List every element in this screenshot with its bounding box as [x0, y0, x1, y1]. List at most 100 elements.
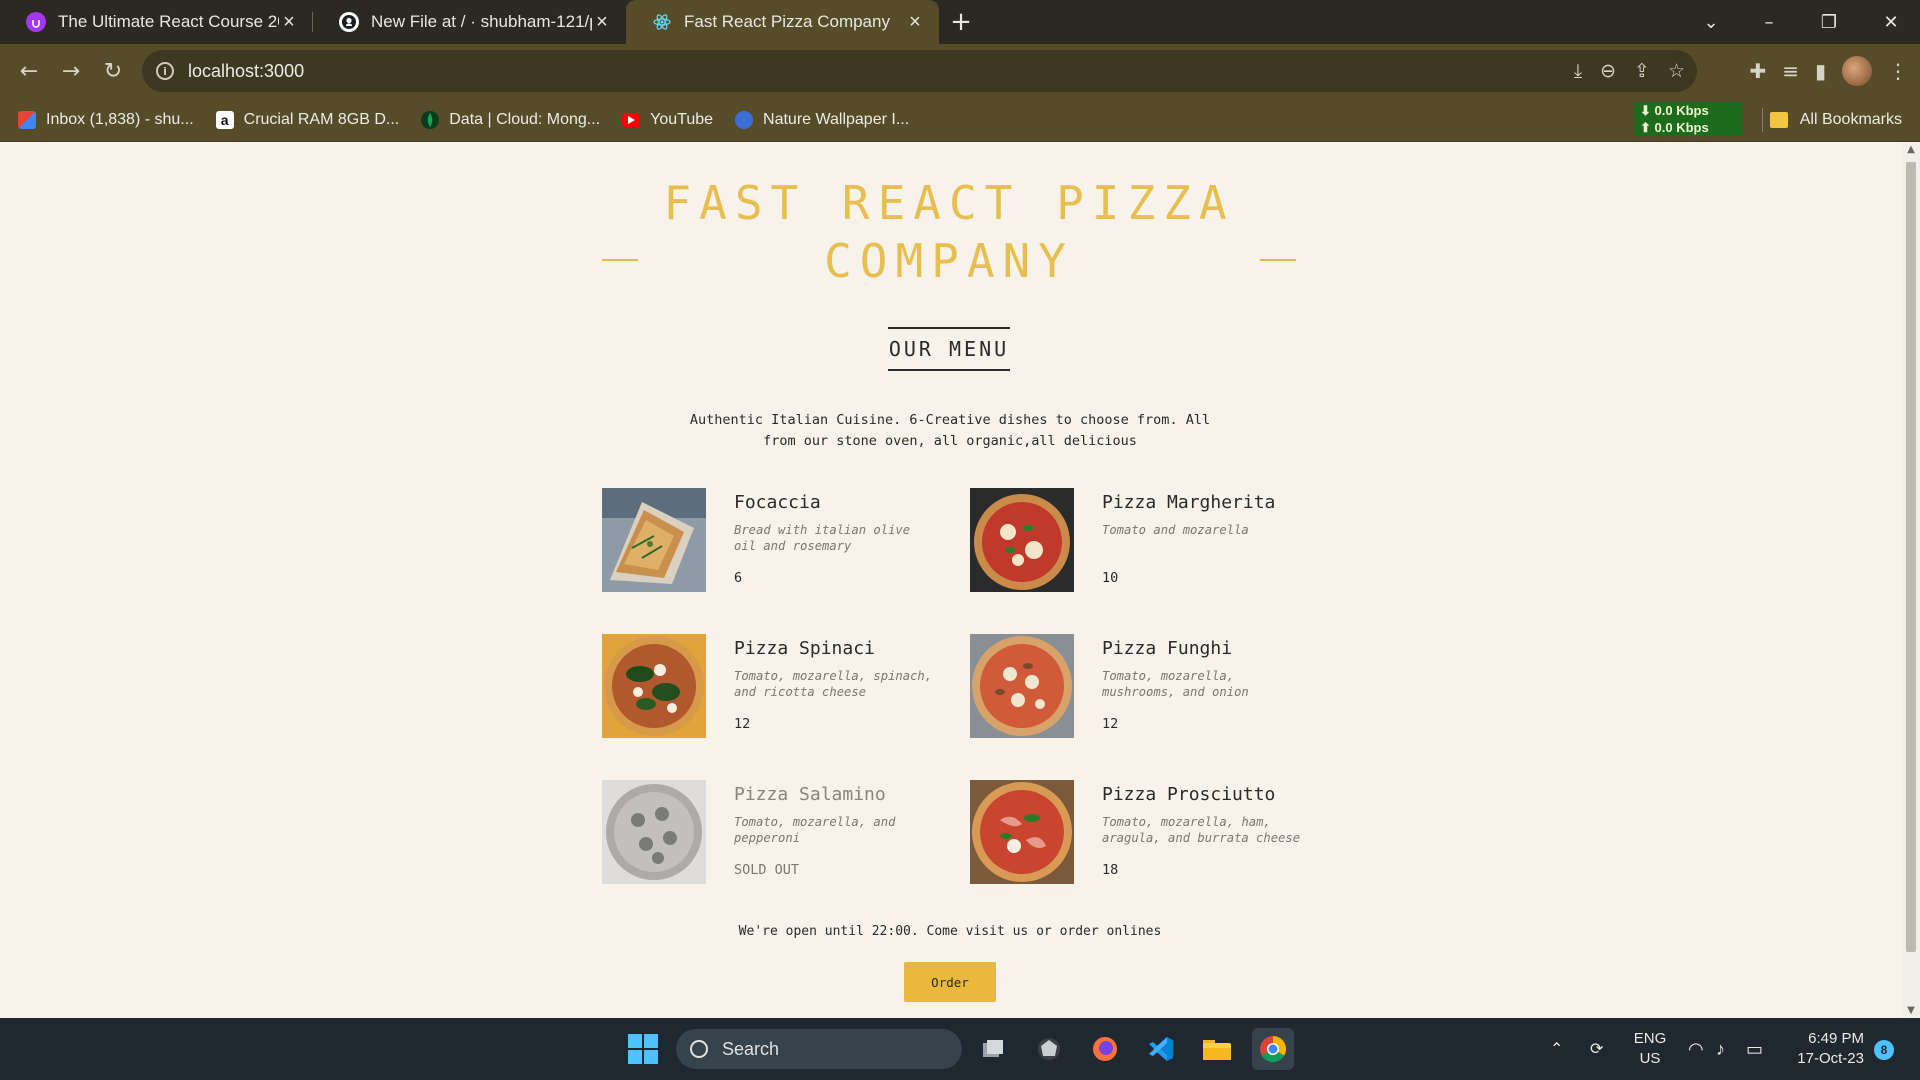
scroll-thumb[interactable] — [1906, 162, 1916, 952]
vscode-icon[interactable] — [1140, 1028, 1182, 1070]
app-icon[interactable] — [1028, 1028, 1070, 1070]
pizza-name: Pizza Salamino — [734, 784, 886, 805]
pizza-image — [970, 488, 1074, 592]
zoom-icon[interactable]: ⊖ — [1600, 60, 1616, 82]
menu-item-focaccia: Focaccia Bread with italian olive oil an… — [602, 488, 942, 594]
pizza-image — [602, 488, 706, 592]
tray-overflow-icon[interactable]: ⌃ — [1550, 1018, 1563, 1080]
tab-title: The Ultimate React Course 2023: — [58, 12, 279, 31]
task-view-icon[interactable] — [972, 1028, 1014, 1070]
tab-search-icon[interactable]: ⌄ — [1688, 0, 1734, 44]
opening-hours-text: We're open until 22:00. Come visit us or… — [738, 924, 1162, 939]
scroll-up-icon[interactable]: ▲ — [1906, 144, 1916, 155]
tab-udemy[interactable]: The Ultimate React Course 2023: × — [0, 0, 313, 44]
pizza-price: 18 — [1102, 862, 1119, 878]
tab-title: New File at / · shubham-121/piz — [371, 12, 592, 31]
sync-icon[interactable]: ⟳ — [1590, 1018, 1603, 1080]
volume-icon[interactable]: ♪ — [1716, 1018, 1725, 1080]
taskbar-search[interactable]: Search — [676, 1029, 962, 1069]
minimize-icon[interactable]: – — [1746, 0, 1792, 44]
page-content: FAST REACT PIZZA COMPANY OUR MENU Authen… — [0, 142, 1902, 1018]
pizza-image — [970, 780, 1074, 884]
bookmark-gmail[interactable]: Inbox (1,838) - shu... — [18, 110, 194, 129]
bookmark-youtube[interactable]: YouTube — [622, 111, 713, 129]
pizza-name: Focaccia — [734, 492, 821, 513]
url-text[interactable]: localhost:3000 — [188, 61, 304, 82]
github-icon — [339, 12, 359, 32]
pizza-ingredients: Bread with italian olive oil and rosemar… — [734, 523, 911, 553]
region-label: US — [1639, 1050, 1661, 1067]
pizza-price: 10 — [1102, 570, 1119, 586]
notification-badge[interactable]: 8 — [1874, 1040, 1894, 1060]
bookmark-label: YouTube — [650, 110, 714, 128]
youtube-icon — [622, 112, 641, 127]
address-bar[interactable]: i localhost:3000 ⤓ ⊖ ⇪ ☆ — [142, 50, 1697, 92]
tab-strip: The Ultimate React Course 2023: × New Fi… — [0, 0, 1920, 44]
udemy-icon — [26, 12, 46, 32]
pizza-ingredients: Tomato, mozarella, ham, aragula, and bur… — [1102, 815, 1301, 845]
profile-avatar[interactable] — [1842, 56, 1872, 86]
all-bookmarks-button[interactable]: All Bookmarks — [1769, 98, 1902, 142]
file-explorer-icon[interactable] — [1196, 1028, 1238, 1070]
close-tab-icon[interactable]: × — [905, 11, 925, 34]
search-icon — [690, 1040, 708, 1058]
menu-item-prosciutto: Pizza Prosciutto Tomato, mozarella, ham,… — [970, 780, 1310, 886]
pizza-ingredients: Tomato, mozarella, and pepperoni — [734, 815, 896, 845]
bookmark-mongodb[interactable]: Data | Cloud: Mong... — [421, 110, 600, 129]
menu-item-funghi: Pizza Funghi Tomato, mozarella, mushroom… — [970, 634, 1310, 740]
start-button[interactable] — [622, 1028, 664, 1070]
firefox-icon[interactable] — [1084, 1028, 1126, 1070]
pizza-image — [970, 634, 1074, 738]
network-speed-widget: ⬇ 0.0 Kbps ⬆ 0.0 Kbps — [1634, 102, 1742, 136]
system-clock[interactable]: 6:49 PM 17-Oct-23 — [1790, 1029, 1864, 1069]
bookmark-nature-wallpaper[interactable]: Nature Wallpaper I... — [735, 110, 910, 129]
bookmark-label: Nature Wallpaper I... — [763, 110, 910, 128]
share-icon[interactable]: ⇪ — [1634, 60, 1650, 82]
side-panel-icon[interactable]: ▮ — [1815, 59, 1826, 83]
windows-icon — [628, 1034, 658, 1064]
clock-time: 6:49 PM — [1808, 1030, 1864, 1047]
mongodb-icon — [421, 110, 440, 129]
close-tab-icon[interactable]: × — [592, 11, 612, 34]
bookmark-label: Inbox (1,838) - shu... — [46, 110, 194, 128]
bookmark-star-icon[interactable]: ☆ — [1668, 60, 1685, 82]
chrome-icon[interactable] — [1252, 1028, 1294, 1070]
reload-icon[interactable]: ↻ — [92, 50, 134, 92]
clock-date: 17-Oct-23 — [1797, 1050, 1864, 1067]
back-icon[interactable]: ← — [8, 50, 50, 92]
pizza-name: Pizza Margherita — [1102, 492, 1276, 513]
taskbar: Search ⌃ ⟳ ENG US ◠ ♪ ▭ 6:49 PM 17-Oct-2… — [0, 1018, 1920, 1080]
gmail-icon — [18, 110, 36, 129]
extensions-icon[interactable]: ✚ — [1749, 59, 1766, 83]
forward-icon[interactable]: → — [50, 50, 92, 92]
pizza-ingredients: Tomato, mozarella, spinach, and ricotta … — [734, 669, 933, 699]
order-button[interactable]: Order — [904, 962, 996, 1002]
tab-github[interactable]: New File at / · shubham-121/piz × — [313, 0, 626, 44]
scroll-down-icon[interactable]: ▼ — [1906, 1005, 1916, 1016]
amazon-icon: a — [215, 110, 234, 129]
wifi-icon[interactable]: ◠ — [1688, 1018, 1704, 1080]
menu-icon[interactable]: ⋮ — [1888, 59, 1908, 83]
pizza-ingredients: Tomato and mozarella — [1102, 523, 1249, 537]
pizza-name: Pizza Prosciutto — [1102, 784, 1276, 805]
pizza-image — [602, 634, 706, 738]
language-label: ENG — [1633, 1030, 1667, 1047]
install-icon[interactable]: ⤓ — [1574, 60, 1582, 82]
site-info-icon[interactable]: i — [156, 62, 174, 80]
pizza-price: 12 — [734, 716, 751, 732]
wallpaper-icon — [735, 110, 754, 129]
new-tab-button[interactable]: + — [939, 0, 983, 44]
page-scrollbar[interactable]: ▲ ▼ — [1902, 142, 1920, 1018]
language-indicator[interactable]: ENG US — [1632, 1029, 1668, 1069]
pizza-ingredients: Tomato, mozarella, mushrooms, and onion — [1102, 669, 1249, 699]
reading-list-icon[interactable]: ≡ — [1782, 59, 1799, 83]
header-decor-line-right — [1260, 259, 1296, 261]
close-tab-icon[interactable]: × — [279, 11, 299, 34]
menu-item-margherita: Pizza Margherita Tomato and mozarella 10 — [970, 488, 1310, 594]
close-window-icon[interactable]: ✕ — [1868, 0, 1914, 44]
restore-icon[interactable]: ❐ — [1806, 0, 1852, 44]
bookmark-amazon[interactable]: a Crucial RAM 8GB D... — [215, 110, 399, 129]
tab-fast-react-pizza[interactable]: Fast React Pizza Company × — [626, 0, 939, 44]
bookmarks-bar: Inbox (1,838) - shu... a Crucial RAM 8GB… — [0, 98, 1920, 142]
battery-icon[interactable]: ▭ — [1746, 1018, 1763, 1080]
